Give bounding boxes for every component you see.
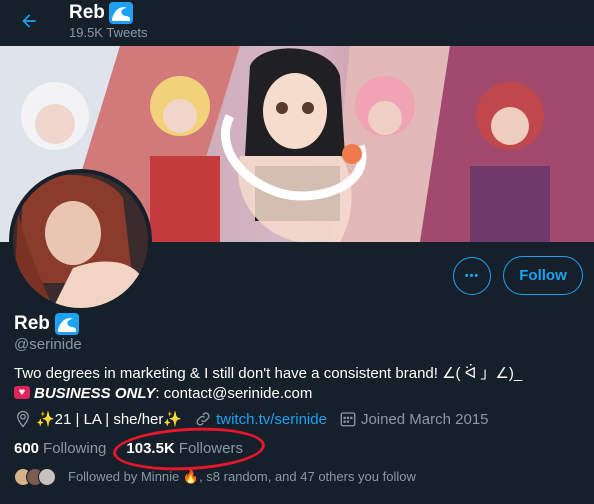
arrow-left-icon <box>22 14 36 28</box>
avatar <box>38 468 56 486</box>
profile-avatar[interactable] <box>9 169 152 312</box>
link-icon <box>196 412 210 426</box>
following-link[interactable]: 600 Following <box>14 440 106 457</box>
profile-header-bar: Reb 19.5K Tweets <box>0 0 594 46</box>
location-pin-icon <box>17 410 29 428</box>
header-title-block: Reb 19.5K Tweets <box>69 2 148 40</box>
profile-location: ✨21 | LA | she/her✨ <box>14 410 182 428</box>
followed-by-text: Followed by Minnie 🔥, s8 random, and 47 … <box>68 469 416 484</box>
profile-bio: Two degrees in marketing & I still don't… <box>14 364 584 404</box>
bio-line-2: BUSINESS ONLY: contact@serinide.com <box>14 384 584 404</box>
love-letter-icon <box>14 386 30 399</box>
wave-emoji-icon <box>54 313 79 335</box>
profile-handle: @serinide <box>14 336 82 353</box>
followers-label: Followers <box>178 440 243 457</box>
more-options-button[interactable]: ••• <box>453 257 491 295</box>
following-label: Following <box>43 440 107 457</box>
profile-stats: 600 Following 103.5K Followers <box>14 440 263 457</box>
bio-contact: : contact@serinide.com <box>155 385 313 402</box>
profile-name-row: Reb <box>14 313 79 335</box>
more-options-label: ••• <box>464 270 480 282</box>
back-button[interactable] <box>14 6 44 36</box>
wave-emoji-icon <box>108 2 133 24</box>
followers-count: 103.5K <box>126 440 175 457</box>
joined-text: Joined March 2015 <box>360 410 489 428</box>
header-title: Reb <box>69 2 105 23</box>
bio-business-label: BUSINESS ONLY <box>34 385 156 402</box>
tweet-count: 19.5K Tweets <box>69 25 148 40</box>
profile-name: Reb <box>14 313 50 334</box>
follower-avatars <box>14 468 56 486</box>
following-count: 600 <box>14 440 40 457</box>
profile-joined: Joined March 2015 <box>339 410 489 428</box>
profile-meta-row: ✨21 | LA | she/her✨ twitch.tv/serinide J… <box>14 410 501 428</box>
website-link[interactable]: twitch.tv/serinide <box>216 411 327 428</box>
followers-link[interactable]: 103.5K Followers <box>126 440 243 457</box>
profile-website[interactable]: twitch.tv/serinide <box>194 410 327 428</box>
followed-by-row[interactable]: Followed by Minnie 🔥, s8 random, and 47 … <box>14 468 416 486</box>
bio-line-1: Two degrees in marketing & I still don't… <box>14 365 523 382</box>
follow-button[interactable]: Follow <box>503 256 583 295</box>
calendar-icon <box>340 412 356 427</box>
location-text: ✨21 | LA | she/her✨ <box>36 411 183 428</box>
